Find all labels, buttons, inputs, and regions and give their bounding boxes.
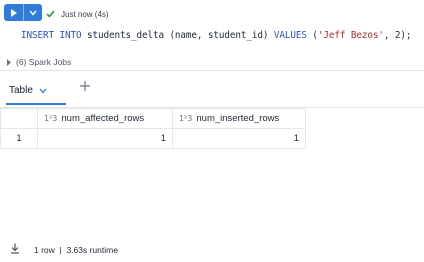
run-status: Just now (4s) [46, 5, 109, 23]
column-header-label: num_inserted_rows [196, 113, 280, 124]
active-tab-indicator [6, 103, 66, 105]
add-visualization-icon[interactable] [78, 79, 92, 93]
code-editor[interactable]: INSERT INTO students_delta (name, studen… [21, 30, 411, 41]
tab-label[interactable]: Table [9, 85, 33, 96]
index-header [0, 108, 38, 129]
results-summary: 1 row | 3.63s runtime [34, 245, 118, 255]
chevron-down-icon[interactable] [23, 4, 42, 21]
results-table: 1²3 num_affected_rows 1²3 num_inserted_r… [0, 108, 306, 149]
download-icon[interactable] [10, 241, 20, 259]
table-header-row: 1²3 num_affected_rows 1²3 num_inserted_r… [0, 108, 306, 129]
table-cell[interactable]: 1 [37, 128, 173, 149]
code-text: ( [306, 30, 318, 41]
results-footer: 1 row | 3.63s runtime [10, 241, 118, 259]
column-header[interactable]: 1²3 num_inserted_rows [172, 108, 306, 129]
code-string: 'Jeff Bezos' [317, 30, 384, 41]
chevron-down-icon[interactable] [39, 81, 47, 99]
spark-jobs-label[interactable]: (6) Spark Jobs [16, 57, 71, 67]
caret-right-icon[interactable] [6, 53, 12, 71]
result-tabs: Table [0, 70, 424, 106]
status-text: Just now (4s) [61, 9, 109, 19]
table-cell[interactable]: 1 [172, 128, 306, 149]
cell-toolbar: Just now (4s) [0, 0, 424, 24]
row-index: 1 [0, 128, 38, 149]
code-keyword: INSERT INTO [21, 30, 82, 41]
column-header-label: num_affected_rows [61, 113, 145, 124]
tab-table[interactable]: Table [9, 81, 47, 99]
code-text: students_delta (name, student_id) [81, 30, 274, 41]
table-row: 1 1 1 [0, 128, 306, 149]
integer-type-icon: 1²3 [44, 114, 58, 123]
spark-jobs-toggle[interactable]: (6) Spark Jobs [6, 53, 71, 71]
code-text: , 2); [383, 30, 412, 41]
integer-type-icon: 1²3 [179, 114, 193, 123]
column-header[interactable]: 1²3 num_affected_rows [37, 108, 173, 129]
play-icon[interactable] [4, 4, 23, 21]
run-button[interactable] [4, 4, 42, 21]
code-keyword: VALUES [273, 30, 307, 41]
checkmark-icon [46, 5, 55, 23]
